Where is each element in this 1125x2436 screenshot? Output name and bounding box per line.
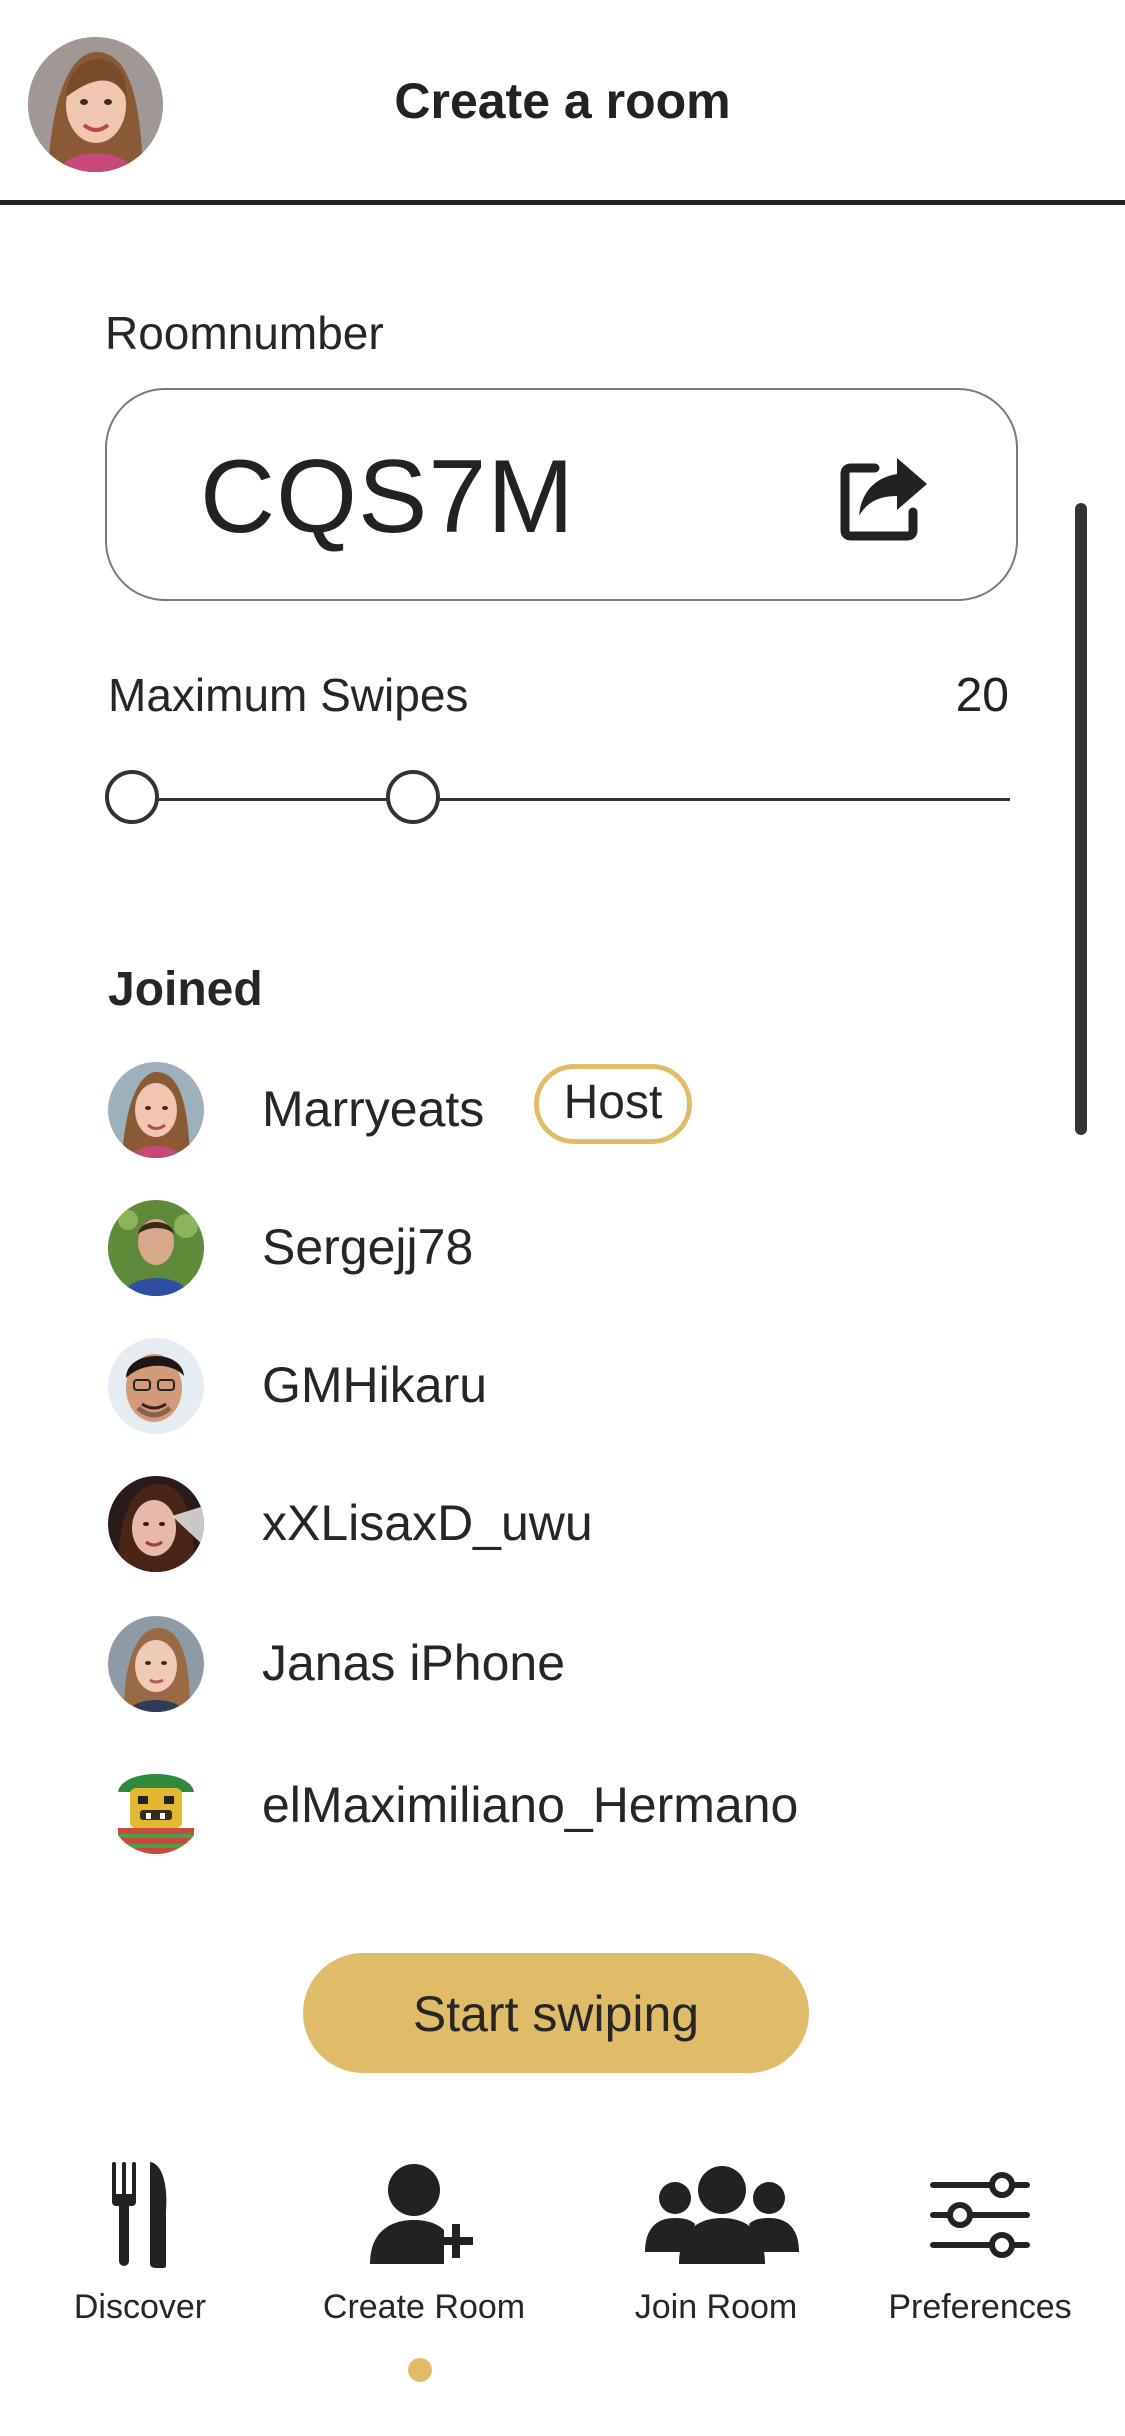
nav-item-join-room[interactable]: Join Room [576, 2140, 856, 2400]
start-swiping-button[interactable]: Start swiping [303, 1953, 809, 2073]
group-icon [645, 2160, 799, 2275]
avatar [108, 1338, 204, 1434]
slider-track [135, 798, 1010, 801]
user-name: Sergejj78 [262, 1219, 474, 1275]
user-name: GMHikaru [262, 1357, 488, 1413]
add-user-icon [364, 2160, 484, 2275]
nav-label: Create Room [322, 2288, 526, 2326]
roomnumber-label: Roomnumber [105, 307, 384, 359]
active-indicator-dot [408, 2358, 432, 2382]
fork-knife-icon [110, 2160, 170, 2275]
sliders-icon [928, 2160, 1032, 2275]
list-item: Janas iPhone [108, 1616, 1008, 1712]
nav-label: Join Room [634, 2288, 798, 2326]
host-badge: Host [534, 1064, 692, 1144]
max-swipes-value: 20 [955, 669, 1009, 722]
joined-title: Joined [108, 963, 263, 1016]
list-item: elMaximiliano_Hermano [108, 1758, 1008, 1854]
avatar [108, 1616, 204, 1712]
list-item: Marryeats Host [108, 1062, 1008, 1158]
room-code-box: CQS7M [105, 388, 1018, 601]
list-item: Sergejj78 [108, 1200, 1008, 1296]
avatar [108, 1758, 204, 1854]
scrollbar[interactable] [1075, 503, 1087, 1135]
user-name: Janas iPhone [262, 1635, 566, 1691]
max-swipes-label: Maximum Swipes [108, 669, 469, 721]
bottom-nav: Discover Create Room Join Room Preferenc… [0, 2140, 1125, 2436]
room-code: CQS7M [200, 439, 575, 555]
nav-item-preferences[interactable]: Preferences [840, 2140, 1120, 2400]
user-name: elMaximiliano_Hermano [262, 1777, 799, 1833]
slider-thumb-max[interactable] [385, 770, 440, 824]
header: Create a room [0, 0, 1125, 205]
share-icon[interactable] [837, 450, 932, 545]
avatar [108, 1200, 204, 1296]
list-item: xXLisaxD_uwu [108, 1476, 1008, 1572]
avatar [108, 1476, 204, 1572]
max-swipes-slider[interactable] [105, 770, 1010, 830]
list-item: GMHikaru [108, 1338, 1008, 1434]
page-title: Create a room [394, 73, 731, 129]
nav-item-discover[interactable]: Discover [0, 2140, 280, 2400]
slider-thumb-min[interactable] [105, 770, 159, 824]
user-name: xXLisaxD_uwu [262, 1495, 593, 1551]
nav-label: Preferences [888, 2288, 1072, 2326]
avatar [108, 1062, 204, 1158]
nav-label: Discover [73, 2288, 207, 2326]
user-name: Marryeats [262, 1081, 485, 1137]
